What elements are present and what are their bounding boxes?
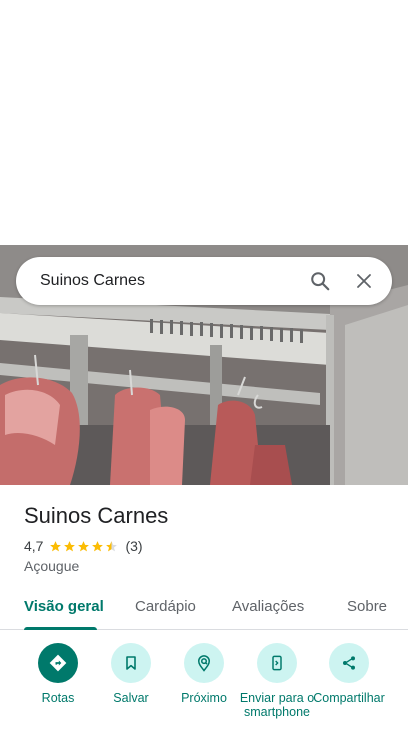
search-bar[interactable]: Suinos Carnes [16, 257, 392, 305]
review-count[interactable]: (3) [125, 538, 142, 554]
nearby-button[interactable]: Próximo [166, 643, 242, 705]
save-label: Salvar [113, 691, 149, 705]
place-category[interactable]: Açougue [24, 558, 79, 574]
directions-icon [49, 654, 67, 672]
nearby-icon [197, 655, 211, 672]
star-icon [50, 540, 62, 551]
bookmark-icon [126, 656, 136, 670]
place-title: Suinos Carnes [24, 503, 169, 528]
action-bar: Rotas Salvar Próximo Enviar para o smart… [0, 643, 408, 730]
send-to-phone-button[interactable]: Enviar para o smartphone [239, 643, 315, 719]
share-label: Compartilhar [313, 691, 385, 705]
place-sheet: Suinos Carnes 4,7 (3) Açougue Visão gera… [0, 485, 408, 730]
directions-button[interactable]: Rotas [20, 643, 96, 705]
tab-overview[interactable]: Visão geral [24, 598, 104, 615]
send-to-phone-icon [272, 655, 282, 671]
save-button[interactable]: Salvar [93, 643, 169, 705]
send-to-phone-label: Enviar para o smartphone [239, 691, 315, 719]
tab-menu[interactable]: Cardápio [135, 598, 196, 615]
tab-bar: Visão geral Cardápio Avaliações Sobre [0, 590, 408, 630]
search-input[interactable]: Suinos Carnes [40, 272, 294, 290]
nearby-label: Próximo [181, 691, 227, 705]
close-icon[interactable] [346, 263, 382, 299]
rating-row[interactable]: 4,7 (3) [24, 538, 143, 554]
active-tab-indicator [24, 627, 97, 630]
rating-stars [49, 540, 119, 553]
star-icon [92, 540, 104, 551]
share-icon [343, 656, 355, 670]
tab-reviews[interactable]: Avaliações [232, 598, 304, 615]
rating-value: 4,7 [24, 538, 44, 554]
star-icon [64, 540, 76, 551]
share-button[interactable]: Compartilhar [311, 643, 387, 705]
star-half-icon [106, 540, 118, 551]
tab-about[interactable]: Sobre [347, 598, 387, 615]
map-area[interactable] [0, 0, 408, 245]
search-icon[interactable] [302, 263, 338, 299]
directions-label: Rotas [41, 691, 75, 705]
star-icon [78, 540, 90, 551]
